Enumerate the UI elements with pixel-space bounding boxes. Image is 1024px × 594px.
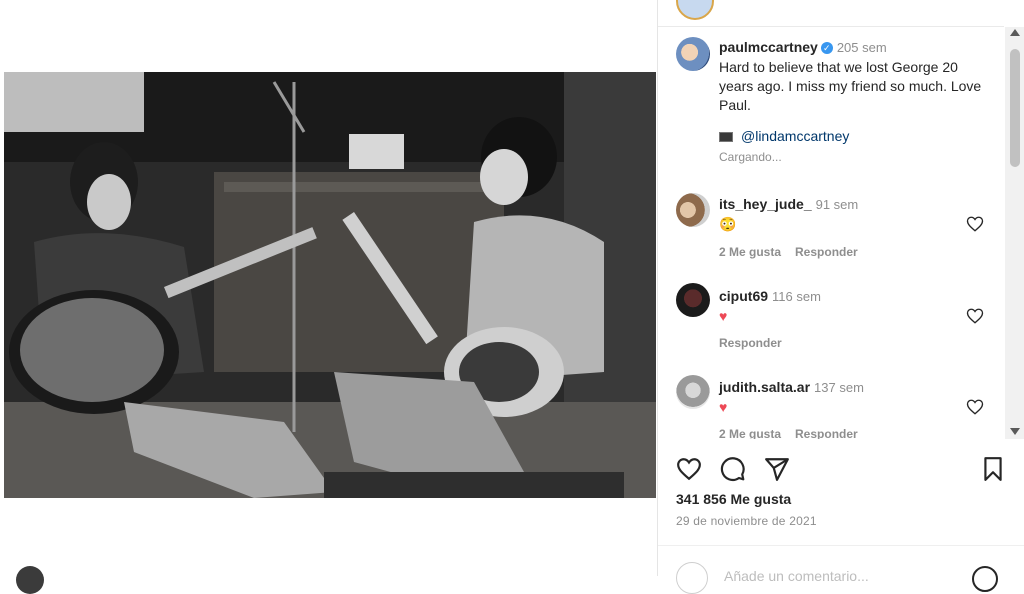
- reply-button[interactable]: Responder: [795, 427, 858, 439]
- tag-icon: [719, 132, 733, 143]
- emoji-icon[interactable]: [972, 566, 998, 592]
- comment-avatar[interactable]: [676, 193, 710, 227]
- post-time[interactable]: 205 sem: [837, 40, 887, 55]
- post-details-pane: paulmccartney ✓ 205 sem Hard to believe th…: [657, 0, 1024, 594]
- comment-avatar[interactable]: [676, 375, 710, 409]
- loading-text: Cargando...: [719, 150, 782, 164]
- comment-likes[interactable]: 2 Me gusta: [719, 427, 781, 439]
- post-caption-block: paulmccartney ✓ 205 sem Hard to believe th…: [719, 38, 989, 167]
- author-avatar[interactable]: [676, 37, 710, 71]
- comment-item: judith.salta.ar 137 sem ♥: [719, 378, 989, 417]
- heart-icon[interactable]: [966, 215, 984, 233]
- comment-icon[interactable]: [720, 456, 746, 482]
- header-avatar[interactable]: [676, 0, 714, 20]
- comment-time[interactable]: 137 sem: [814, 380, 864, 395]
- comment-meta: 2 Me gusta Responder: [719, 427, 872, 439]
- reply-button[interactable]: Responder: [795, 245, 858, 259]
- divider: [658, 545, 1024, 546]
- comment-username[interactable]: its_hey_jude_: [719, 196, 812, 212]
- current-user-avatar: [676, 562, 708, 594]
- comment-item: ciput69 116 sem ♥: [719, 287, 989, 326]
- post-caption: Hard to believe that we lost George 20 y…: [719, 59, 982, 113]
- heart-icon[interactable]: [676, 456, 702, 482]
- scroll-down-arrow-icon[interactable]: [1010, 428, 1020, 435]
- comments-list[interactable]: paulmccartney ✓ 205 sem Hard to believe th…: [658, 27, 1004, 439]
- comment-meta: Responder: [719, 336, 796, 350]
- comment-text: ♥: [719, 399, 728, 415]
- heart-icon[interactable]: [966, 398, 984, 416]
- comment-meta: 2 Me gusta Responder: [719, 245, 872, 259]
- post-date[interactable]: 29 de noviembre de 2021: [676, 514, 817, 528]
- comments-scrollbar[interactable]: [1005, 27, 1024, 439]
- comment-username[interactable]: judith.salta.ar: [719, 379, 810, 395]
- verified-badge-icon: ✓: [820, 42, 833, 54]
- comment-text: ♥: [719, 308, 728, 324]
- carousel-dot[interactable]: [16, 566, 44, 594]
- scroll-thumb[interactable]: [1010, 49, 1020, 167]
- comment-text: 😳: [719, 216, 737, 232]
- comment-item: its_hey_jude_ 91 sem 😳: [719, 195, 989, 234]
- scroll-up-arrow-icon[interactable]: [1010, 29, 1020, 36]
- comment-avatar[interactable]: [676, 283, 710, 317]
- heart-icon[interactable]: [966, 307, 984, 325]
- likes-count[interactable]: 341 856 Me gusta: [676, 491, 791, 507]
- post-media-pane: [0, 0, 657, 594]
- add-comment-input[interactable]: Añade un comentario...: [724, 568, 869, 584]
- photo-image: [4, 72, 656, 498]
- tagged-user-link[interactable]: @lindamccartney: [741, 128, 849, 144]
- reply-button[interactable]: Responder: [719, 336, 782, 350]
- comment-time[interactable]: 116 sem: [772, 289, 821, 304]
- comment-username[interactable]: ciput69: [719, 288, 768, 304]
- bookmark-icon[interactable]: [980, 456, 1006, 482]
- post-header: [658, 0, 1004, 27]
- post-actions: [658, 450, 1024, 490]
- comment-time[interactable]: 91 sem: [816, 197, 859, 212]
- author-username[interactable]: paulmccartney: [719, 39, 818, 55]
- share-icon[interactable]: [764, 456, 790, 482]
- comment-likes[interactable]: 2 Me gusta: [719, 245, 781, 259]
- post-photo[interactable]: [4, 72, 656, 498]
